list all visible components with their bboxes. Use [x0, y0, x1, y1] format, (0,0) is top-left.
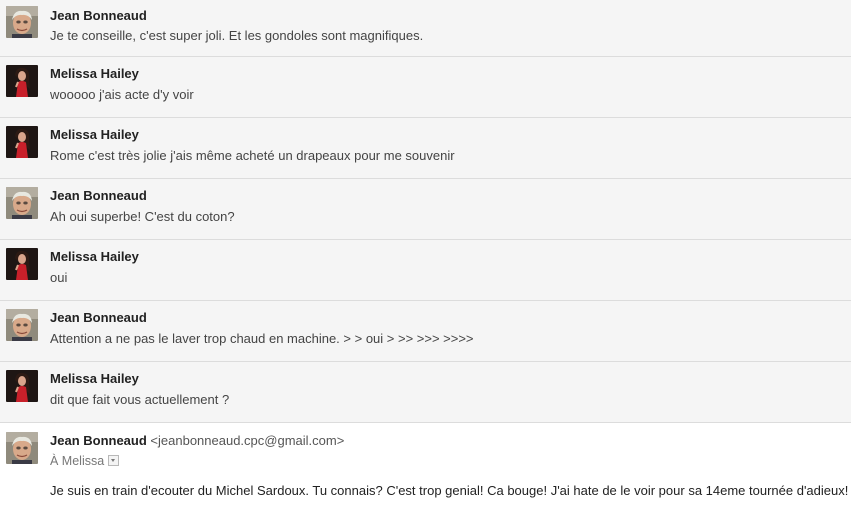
- collapsed-message[interactable]: Melissa Hailey oui: [0, 240, 851, 301]
- avatar-jean: [6, 187, 38, 219]
- message-snippet: Je te conseille, c'est super joli. Et le…: [50, 28, 424, 43]
- recipient-label: À Melissa: [50, 454, 105, 468]
- expanded-message: Jean Bonneaud <jeanbonneaud.cpc@gmail.co…: [0, 423, 851, 516]
- message-snippet: dit que fait vous actuellement ?: [50, 392, 230, 407]
- avatar-melissa: [6, 65, 38, 97]
- sender-email: <jeanbonneaud.cpc@gmail.com>: [150, 433, 345, 448]
- sender-name[interactable]: Jean Bonneaud: [50, 433, 147, 448]
- message-snippet: Attention a ne pas le laver trop chaud e…: [50, 331, 474, 346]
- avatar-melissa: [6, 370, 38, 402]
- sender-name: Jean Bonneaud: [50, 8, 147, 23]
- conversation-thread: Jean Bonneaud Je te conseille, c'est sup…: [0, 0, 851, 516]
- recipient-line: À Melissa: [50, 454, 120, 468]
- collapsed-message[interactable]: Melissa Hailey wooooo j'ais acte d'y voi…: [0, 57, 851, 118]
- sender-name: Melissa Hailey: [50, 66, 139, 81]
- sender-name: Jean Bonneaud: [50, 310, 147, 325]
- message-snippet: oui: [50, 270, 68, 285]
- sender-name: Melissa Hailey: [50, 371, 139, 386]
- message-body: Je suis en train d'ecouter du Michel Sar…: [50, 483, 849, 498]
- sender-name: Jean Bonneaud: [50, 188, 147, 203]
- avatar-jean: [6, 309, 38, 341]
- details-dropdown-icon[interactable]: [108, 455, 120, 466]
- message-snippet: wooooo j'ais acte d'y voir: [50, 87, 194, 102]
- collapsed-message[interactable]: Melissa Hailey Rome c'est très jolie j'a…: [0, 118, 851, 179]
- collapsed-message[interactable]: Jean Bonneaud Ah oui superbe! C'est du c…: [0, 179, 851, 240]
- sender-name: Melissa Hailey: [50, 127, 139, 142]
- collapsed-message[interactable]: Melissa Hailey dit que fait vous actuell…: [0, 362, 851, 423]
- message-snippet: Ah oui superbe! C'est du coton?: [50, 209, 235, 224]
- avatar-jean: [6, 432, 38, 464]
- sender-name: Melissa Hailey: [50, 249, 139, 264]
- collapsed-message[interactable]: Jean Bonneaud Attention a ne pas le lave…: [0, 301, 851, 362]
- sender-header: Jean Bonneaud <jeanbonneaud.cpc@gmail.co…: [50, 433, 344, 448]
- avatar-jean: [6, 6, 38, 38]
- message-snippet: Rome c'est très jolie j'ais même acheté …: [50, 148, 455, 163]
- avatar-melissa: [6, 126, 38, 158]
- collapsed-message[interactable]: Jean Bonneaud Je te conseille, c'est sup…: [0, 0, 851, 57]
- avatar-melissa: [6, 248, 38, 280]
